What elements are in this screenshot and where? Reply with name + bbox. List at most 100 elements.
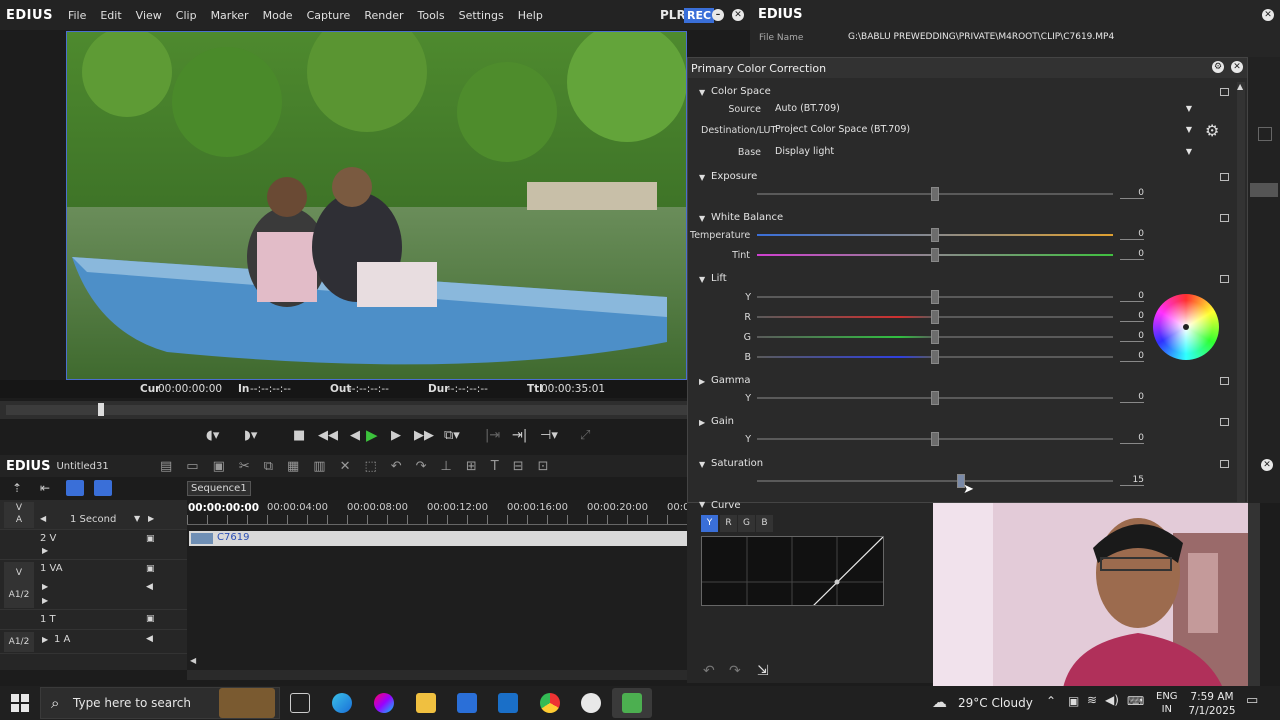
gain-y-value[interactable]: 0	[1120, 433, 1144, 444]
scrub-track[interactable]	[6, 405, 687, 415]
pcc-settings-icon[interactable]: ⚙	[1212, 61, 1224, 73]
menu-tools[interactable]: Tools	[411, 9, 452, 22]
expand-icon[interactable]: ▶	[699, 377, 705, 386]
collapse-icon[interactable]: ▼	[699, 500, 705, 509]
expand-icon[interactable]: ▶	[42, 582, 48, 591]
rec-label[interactable]: REC	[684, 8, 715, 23]
track-row[interactable]: 1 T ▣	[0, 610, 187, 630]
curve-channel-g[interactable]: G	[738, 515, 755, 532]
destination-lut-dropdown[interactable]: Project Color Space (BT.709) ▼	[769, 122, 1194, 140]
scale-label[interactable]: 1 Second	[70, 514, 116, 525]
close-icon[interactable]: ✕	[732, 9, 744, 21]
store-icon[interactable]	[457, 693, 477, 713]
menu-edit[interactable]: Edit	[93, 9, 128, 22]
menu-help[interactable]: Help	[511, 9, 550, 22]
scale-left-icon[interactable]: ◀	[40, 514, 46, 523]
track-toggle-va[interactable]: VA	[4, 502, 34, 528]
tint-knob[interactable]	[931, 248, 939, 262]
meet-now-icon[interactable]: ▣	[1068, 694, 1079, 708]
ruler-ticks[interactable]	[187, 515, 687, 525]
step-back-icon[interactable]: ◀	[350, 428, 360, 443]
weather-icon[interactable]: ☁	[932, 693, 947, 711]
menu-clip[interactable]: Clip	[169, 9, 204, 22]
windows-start-icon[interactable]	[11, 694, 29, 712]
reset-icon[interactable]	[1220, 173, 1229, 181]
reset-icon[interactable]	[1220, 377, 1229, 385]
lift-color-wheel[interactable]	[1153, 294, 1219, 360]
search-placeholder[interactable]: Type here to search	[73, 696, 191, 710]
lift-y-value[interactable]: 0	[1120, 291, 1144, 302]
expand-icon[interactable]: ▶	[42, 635, 48, 644]
exposure-value[interactable]: 0	[1120, 188, 1144, 199]
file-info-close-icon[interactable]: ✕	[1262, 9, 1274, 21]
sequence-tab[interactable]: Sequence1	[187, 481, 251, 496]
edius-icon[interactable]	[622, 693, 642, 713]
collapse-icon[interactable]: ▼	[699, 275, 705, 284]
collapse-icon[interactable]: ▼	[699, 214, 705, 223]
ripple-tool-icon[interactable]: ⇤	[40, 481, 50, 495]
speaker-icon[interactable]: ◀	[146, 582, 153, 592]
sync-lock-icon[interactable]	[66, 480, 84, 496]
menu-marker[interactable]: Marker	[204, 9, 256, 22]
section-lift[interactable]: Lift	[711, 273, 727, 284]
source-dropdown[interactable]: Auto (BT.709) ▼	[769, 101, 1194, 119]
insert-icon[interactable]: |⇥	[485, 428, 500, 443]
temperature-knob[interactable]	[931, 228, 939, 242]
redo-icon[interactable]: ↷	[729, 663, 741, 679]
loop-icon[interactable]: ⧉▾	[444, 428, 460, 443]
rewind-icon[interactable]: ◀◀	[318, 428, 338, 443]
track-lock-icon[interactable]: ▣	[146, 614, 155, 624]
plr-label[interactable]: PLR	[660, 8, 686, 22]
collapse-icon[interactable]: ▼	[699, 460, 705, 469]
video-preview[interactable]	[66, 31, 687, 380]
expand-icon[interactable]: ▶	[699, 418, 705, 427]
section-color-space[interactable]: Color Space	[711, 86, 771, 97]
weather-text[interactable]: 29°C Cloudy	[958, 696, 1033, 710]
tray-chevron-icon[interactable]: ⌃	[1046, 694, 1056, 708]
tint-value[interactable]: 0	[1120, 249, 1144, 260]
lift-r-knob[interactable]	[931, 310, 939, 324]
track-row[interactable]: A1/2 ▶ 1 A ◀	[0, 630, 187, 654]
notification-icon[interactable]: ▭	[1246, 693, 1258, 708]
track-lock-icon[interactable]: ▣	[146, 564, 155, 574]
collapse-icon[interactable]: ▼	[699, 173, 705, 182]
menu-capture[interactable]: Capture	[300, 9, 358, 22]
menu-settings[interactable]: Settings	[452, 9, 511, 22]
play-icon[interactable]: ▶	[366, 426, 378, 444]
track-row[interactable]: V A1/2 1 VA ▶ ▶ ▣ ◀	[0, 560, 187, 610]
stop-icon[interactable]: ■	[293, 428, 305, 443]
scale-right-icon[interactable]: ▶	[148, 514, 154, 523]
temperature-value[interactable]: 0	[1120, 229, 1144, 240]
expand-icon[interactable]: ▶	[42, 546, 48, 555]
section-white-balance[interactable]: White Balance	[711, 212, 783, 223]
reset-icon[interactable]	[1220, 275, 1229, 283]
task-view-icon[interactable]	[290, 693, 310, 713]
section-curve[interactable]: Curve	[711, 500, 741, 511]
timeline-scrollbar[interactable]	[187, 670, 687, 680]
lift-g-value[interactable]: 0	[1120, 331, 1144, 342]
minimize-icon[interactable]: –	[712, 9, 724, 21]
pcc-scrollbar[interactable]	[1237, 82, 1245, 502]
clock[interactable]: 7:59 AM 7/1/2025	[1188, 690, 1236, 718]
lift-g-knob[interactable]	[931, 330, 939, 344]
volume-icon[interactable]: ◀)	[1105, 693, 1119, 707]
menu-file[interactable]: File	[61, 9, 93, 22]
gain-y-knob[interactable]	[931, 432, 939, 446]
exposure-knob[interactable]	[931, 187, 939, 201]
saturation-slider[interactable]	[757, 480, 1113, 482]
timeline-toolbar-icons[interactable]: ▤▭▣✂⧉▦▥✕⬚↶↷⊥⊞T⊟⊡	[160, 459, 563, 474]
side-panel-icon[interactable]	[1258, 127, 1272, 141]
pcc-close-icon[interactable]: ✕	[1231, 61, 1243, 73]
curve-graph[interactable]	[701, 536, 884, 608]
section-exposure[interactable]: Exposure	[711, 171, 757, 182]
expand-icon[interactable]: ▶	[42, 596, 48, 605]
menu-render[interactable]: Render	[357, 9, 410, 22]
lift-b-value[interactable]: 0	[1120, 351, 1144, 362]
lift-r-value[interactable]: 0	[1120, 311, 1144, 322]
right-scrollbar[interactable]	[1248, 503, 1260, 688]
chrome-icon[interactable]	[540, 693, 560, 713]
track-tool-icon[interactable]: ⇡	[12, 481, 22, 495]
scroll-left-icon[interactable]: ◀	[190, 656, 196, 665]
language-indicator[interactable]: ENG IN	[1156, 690, 1178, 716]
fullscreen-icon[interactable]: ⤢	[580, 428, 590, 443]
